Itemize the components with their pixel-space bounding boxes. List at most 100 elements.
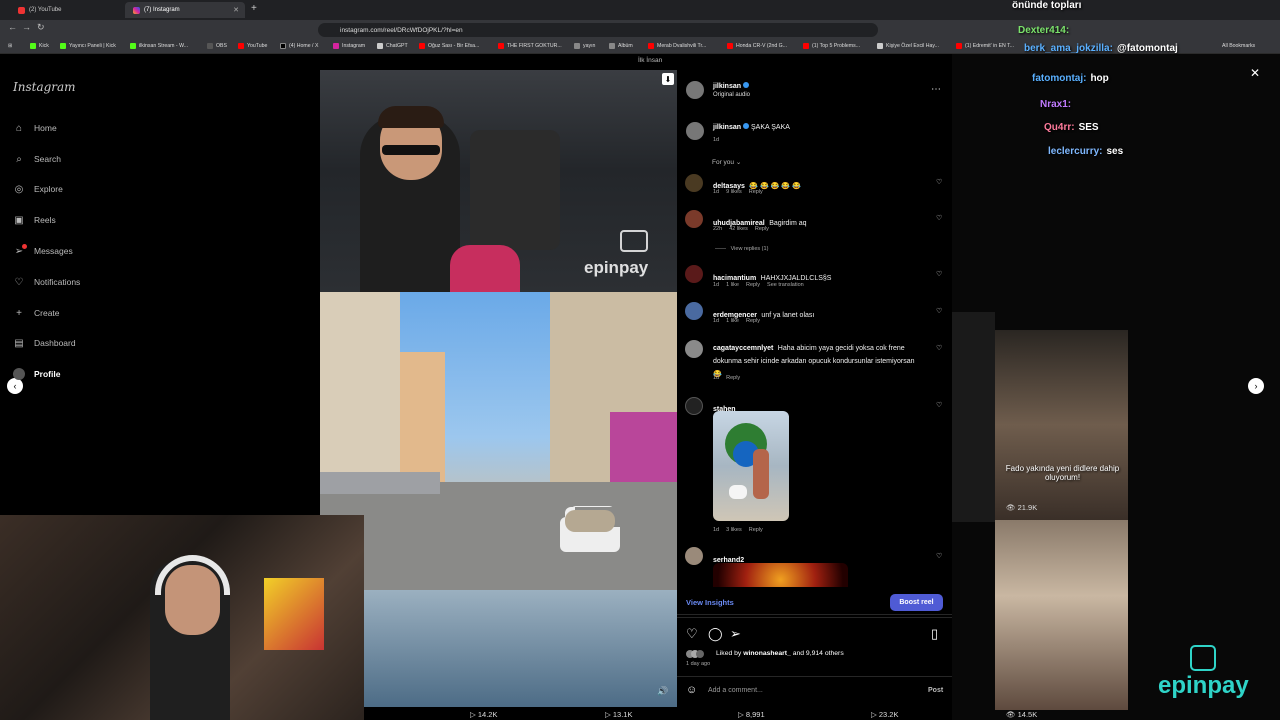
instagram-icon <box>133 6 140 14</box>
comment-avatar[interactable] <box>685 340 703 358</box>
bookmark-item[interactable]: THE FIRST GOKTUR... <box>498 43 562 49</box>
back-icon[interactable]: ← <box>8 22 17 32</box>
comment-avatar[interactable] <box>685 397 703 415</box>
next-arrow-icon[interactable]: › <box>1248 378 1264 394</box>
reply-link[interactable]: Reply <box>755 226 769 232</box>
comment-item: cagatayccemnlyet Haha abicim yaya gecidi… <box>713 345 915 378</box>
comment-avatar[interactable] <box>685 210 703 228</box>
author-avatar[interactable] <box>686 81 704 99</box>
bookmark-item[interactable]: Instagram <box>333 43 365 49</box>
comment-meta: 1d Reply <box>713 375 741 381</box>
forward-icon[interactable]: → <box>22 22 31 32</box>
comment-image[interactable] <box>713 563 848 587</box>
comment-like-icon[interactable]: ♡ <box>936 401 942 409</box>
dashboard-icon: ▤ <box>14 337 24 349</box>
share-icon[interactable]: ➢ <box>730 626 741 642</box>
tab-youtube[interactable]: (2) YouTube <box>10 2 125 18</box>
sidebar-item-create[interactable]: + Create <box>13 304 59 322</box>
bookmark-item[interactable]: (4) Home / X <box>280 43 318 49</box>
sidebar-item-search[interactable]: ⌕ Search <box>13 150 61 168</box>
comment-avatar[interactable] <box>685 265 703 283</box>
comment-like-icon[interactable]: ♡ <box>936 552 942 560</box>
gif-dog <box>729 485 747 499</box>
epinpay-logo-icon <box>1190 645 1216 671</box>
tab-instagram[interactable]: (7) Instagram ✕ <box>125 2 245 18</box>
comment-input[interactable]: Add a comment... <box>708 687 763 694</box>
sidebar-item-messages[interactable]: ➢ Messages <box>13 242 73 260</box>
chat-message: Qu4rr: SES <box>1044 122 1099 133</box>
verified-icon <box>743 123 750 129</box>
sidebar-item-notifications[interactable]: ♡ Notifications <box>13 273 81 291</box>
bookmark-item[interactable]: Honda CR-V (2nd G... <box>727 43 787 49</box>
caption-time: 1d <box>713 137 720 143</box>
reply-link[interactable]: Reply <box>749 527 763 533</box>
reply-link[interactable]: Reply <box>749 189 763 195</box>
bookmark-item[interactable]: yayın <box>574 43 595 49</box>
emoji-icon[interactable]: ☺ <box>686 684 697 696</box>
like-icon[interactable]: ♡ <box>686 626 698 642</box>
bookmark-item[interactable]: (1) Top 5 Problems... <box>803 43 860 49</box>
new-tab-button[interactable]: + <box>251 3 257 14</box>
sidebar-item-explore[interactable]: ◎ Explore <box>13 180 63 198</box>
bookmark-item[interactable]: YouTube <box>238 43 267 49</box>
home-icon: ⌂ <box>15 122 23 134</box>
caption-avatar[interactable] <box>686 122 704 140</box>
comment-meta: 1d 1 like Reply See translation <box>713 282 804 288</box>
comment-like-icon[interactable]: ♡ <box>936 214 942 222</box>
comment-like-icon[interactable]: ♡ <box>936 270 942 278</box>
plus-icon: + <box>16 307 22 319</box>
comment-like-icon[interactable]: ♡ <box>936 178 942 186</box>
save-download-icon[interactable]: ⬇ <box>662 73 674 85</box>
comment-icon[interactable]: ◯ <box>708 626 723 642</box>
post-comment-button[interactable]: Post <box>928 687 943 694</box>
bookmark-item[interactable]: Kişiye Özel Excil Hay... <box>877 43 939 49</box>
sidebar-item-profile[interactable]: Profile <box>13 365 60 383</box>
reload-icon[interactable]: ↻ <box>37 22 45 33</box>
apps-icon[interactable]: ⊞ <box>8 43 12 49</box>
bookmark-item[interactable]: Oğuz Sası - Bir Efsa... <box>419 43 479 49</box>
see-translation-link[interactable]: See translation <box>767 282 804 288</box>
liked-user-link[interactable]: winonasheart_ <box>743 650 791 657</box>
comments-panel: jilkinsan Original audio ⋯ jilkinsan ŞAKA… <box>677 70 952 707</box>
comment-avatar[interactable] <box>685 174 703 192</box>
bookmark-item[interactable]: Kick <box>30 43 49 49</box>
volume-icon[interactable]: 🔊 <box>657 686 668 697</box>
comment-filter-dropdown[interactable]: For you ⌄ <box>712 158 741 166</box>
bookmark-item[interactable]: ilkinsan Stream - W... <box>130 43 188 49</box>
reply-link[interactable]: Reply <box>746 318 760 324</box>
heart-icon: ♡ <box>14 276 24 288</box>
comment-like-icon[interactable]: ♡ <box>936 307 942 315</box>
bookmark-item[interactable]: OBS <box>207 43 227 49</box>
more-options-icon[interactable]: ⋯ <box>931 84 941 95</box>
bookmark-item[interactable]: Merab Dvalishvili Tr... <box>648 43 706 49</box>
comment-like-icon[interactable]: ♡ <box>936 344 942 352</box>
chat-message: leclercurry: ses <box>1048 146 1124 157</box>
close-tab-icon[interactable]: ✕ <box>233 6 239 14</box>
sidebar-item-dashboard[interactable]: ▤ Dashboard <box>13 334 75 352</box>
divider <box>677 676 952 677</box>
bookmark-icon[interactable]: ▯ <box>931 626 938 642</box>
building-left-2 <box>400 352 445 482</box>
comment-avatar[interactable] <box>685 302 703 320</box>
sidebar-item-home[interactable]: ⌂ Home <box>13 119 57 137</box>
bookmark-item[interactable]: ChatGPT <box>377 43 408 49</box>
post-date: 1 day ago <box>686 661 711 667</box>
bookmark-item[interactable]: Yayıncı Paneli | Kick <box>60 43 116 49</box>
comment-avatar[interactable] <box>685 547 703 565</box>
reel-video[interactable]: epinpay 🔊 <box>320 70 677 707</box>
driver-hair <box>378 106 444 128</box>
sidebar-item-reels[interactable]: ▣ Reels <box>13 211 55 229</box>
audio-label[interactable]: Original audio <box>713 92 750 98</box>
bookmark-item[interactable]: (1) Edremit' in EN T... <box>956 43 1014 49</box>
author-name[interactable]: jilkinsan <box>713 82 751 90</box>
reply-link[interactable]: Reply <box>746 282 760 288</box>
instagram-logo[interactable]: Instagram <box>13 80 76 94</box>
url-field[interactable]: instagram.com/reel/DRcWfDOjPKL/?hl=en <box>318 23 878 37</box>
stream-chat-overlay: önünde topları Dexter414: berk_ama_jokzi… <box>1010 0 1280 170</box>
reply-link[interactable]: Reply <box>726 375 740 381</box>
view-insights-link[interactable]: View Insights <box>686 598 734 607</box>
bookmark-item[interactable]: Albüm <box>609 43 633 49</box>
comment-gif[interactable] <box>713 411 789 521</box>
view-replies-link[interactable]: —— View replies (1) <box>715 246 768 252</box>
boost-reel-button[interactable]: Boost reel <box>890 594 943 611</box>
